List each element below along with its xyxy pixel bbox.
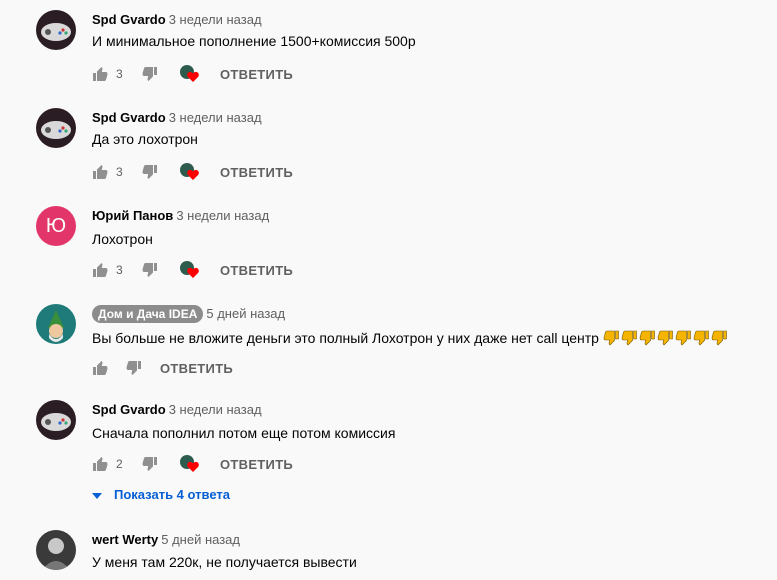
comment-header: wert Werty 5 дней назад	[92, 532, 240, 547]
thumbs-down-emoji	[657, 330, 674, 349]
thumbs-down-emoji	[621, 330, 638, 349]
comment-text: Вы больше не вложите деньги это полный Л…	[92, 330, 599, 346]
like-count: 3	[116, 165, 123, 179]
comment-header: Spd Gvardo 3 недели назад	[92, 402, 262, 417]
comment-actions: 3 ОТВЕТИТЬ	[92, 162, 293, 182]
comment-time[interactable]: 3 недели назад	[169, 12, 262, 27]
reply-button[interactable]: ОТВЕТИТЬ	[220, 165, 293, 180]
comment-header: Дом и Дача IDEA 5 дней назад	[92, 305, 285, 323]
comment-time[interactable]: 3 недели назад	[169, 110, 262, 125]
chevron-down-icon	[92, 487, 102, 502]
comment-actions: ОТВЕТИТЬ	[92, 358, 233, 378]
thumbs-up-icon[interactable]	[92, 164, 108, 180]
thumbs-down-icon[interactable]	[142, 66, 158, 82]
comment-time[interactable]: 5 дней назад	[206, 306, 285, 321]
show-replies-button[interactable]: Показать 4 ответа	[92, 487, 230, 502]
thumbs-down-emoji	[693, 330, 710, 349]
avatar[interactable]	[36, 400, 76, 440]
thumbs-down-icon[interactable]	[126, 360, 142, 376]
creator-heart-icon	[180, 261, 200, 279]
thumbs-up-icon[interactable]	[92, 360, 108, 376]
thumbs-up-icon[interactable]	[92, 262, 108, 278]
like-count: 2	[116, 457, 123, 471]
comment-text: Лохотрон	[92, 231, 153, 247]
avatar-letter: Ю	[45, 214, 67, 237]
reply-button[interactable]: ОТВЕТИТЬ	[220, 457, 293, 472]
reply-button[interactable]: ОТВЕТИТЬ	[220, 67, 293, 82]
avatar[interactable]	[36, 304, 76, 344]
thumbs-down-emoji	[711, 330, 728, 349]
thumbs-up-icon[interactable]	[92, 66, 108, 82]
comment-time[interactable]: 3 недели назад	[176, 208, 269, 223]
author-name[interactable]: Юрий Панов	[92, 208, 173, 223]
thumbs-up-icon[interactable]	[92, 456, 108, 472]
author-name[interactable]: Spd Gvardo	[92, 12, 166, 27]
like-count: 3	[116, 263, 123, 277]
reply-button[interactable]: ОТВЕТИТЬ	[160, 361, 233, 376]
reply-button[interactable]: ОТВЕТИТЬ	[220, 263, 293, 278]
comment-time[interactable]: 5 дней назад	[161, 532, 240, 547]
comment-text-row: Вы больше не вложите деньги это полный Л…	[92, 330, 729, 349]
comment-header: Spd Gvardo 3 недели назад	[92, 12, 262, 27]
like-count: 3	[116, 67, 123, 81]
avatar[interactable]	[36, 10, 76, 50]
comment-actions: 3 ОТВЕТИТЬ	[92, 64, 293, 84]
thumbs-down-emoji	[675, 330, 692, 349]
author-name[interactable]: Spd Gvardo	[92, 110, 166, 125]
comment-text: И минимальное пополнение 1500+комиссия 5…	[92, 33, 416, 49]
avatar[interactable]	[36, 108, 76, 148]
thumbs-down-emoji	[603, 330, 620, 349]
comment-actions: 3 ОТВЕТИТЬ	[92, 260, 293, 280]
comment-text: Да это лохотрон	[92, 131, 198, 147]
show-replies-label: Показать 4 ответа	[114, 487, 230, 502]
thumbs-down-emoji	[639, 330, 656, 349]
comment-time[interactable]: 3 недели назад	[169, 402, 262, 417]
avatar[interactable]: Ю	[36, 206, 76, 246]
thumbs-down-icon[interactable]	[142, 456, 158, 472]
author-name[interactable]: Дом и Дача IDEA	[92, 305, 204, 323]
avatar[interactable]	[36, 530, 76, 570]
creator-heart-icon	[180, 163, 200, 181]
comment-text: Сначала пополнил потом еще потом комисси…	[92, 425, 396, 441]
author-name[interactable]: Spd Gvardo	[92, 402, 166, 417]
comment-text: У меня там 220к, не получается вывести	[92, 554, 357, 570]
thumbs-down-icon[interactable]	[142, 164, 158, 180]
comment-actions: 2 ОТВЕТИТЬ	[92, 454, 293, 474]
creator-heart-icon	[180, 455, 200, 473]
thumbs-down-icon[interactable]	[142, 262, 158, 278]
thumbs-down-emoji-row	[603, 330, 729, 349]
comment-header: Spd Gvardo 3 недели назад	[92, 110, 262, 125]
creator-heart-icon	[180, 65, 200, 83]
comment-header: Юрий Панов 3 недели назад	[92, 208, 269, 223]
author-name[interactable]: wert Werty	[92, 532, 158, 547]
